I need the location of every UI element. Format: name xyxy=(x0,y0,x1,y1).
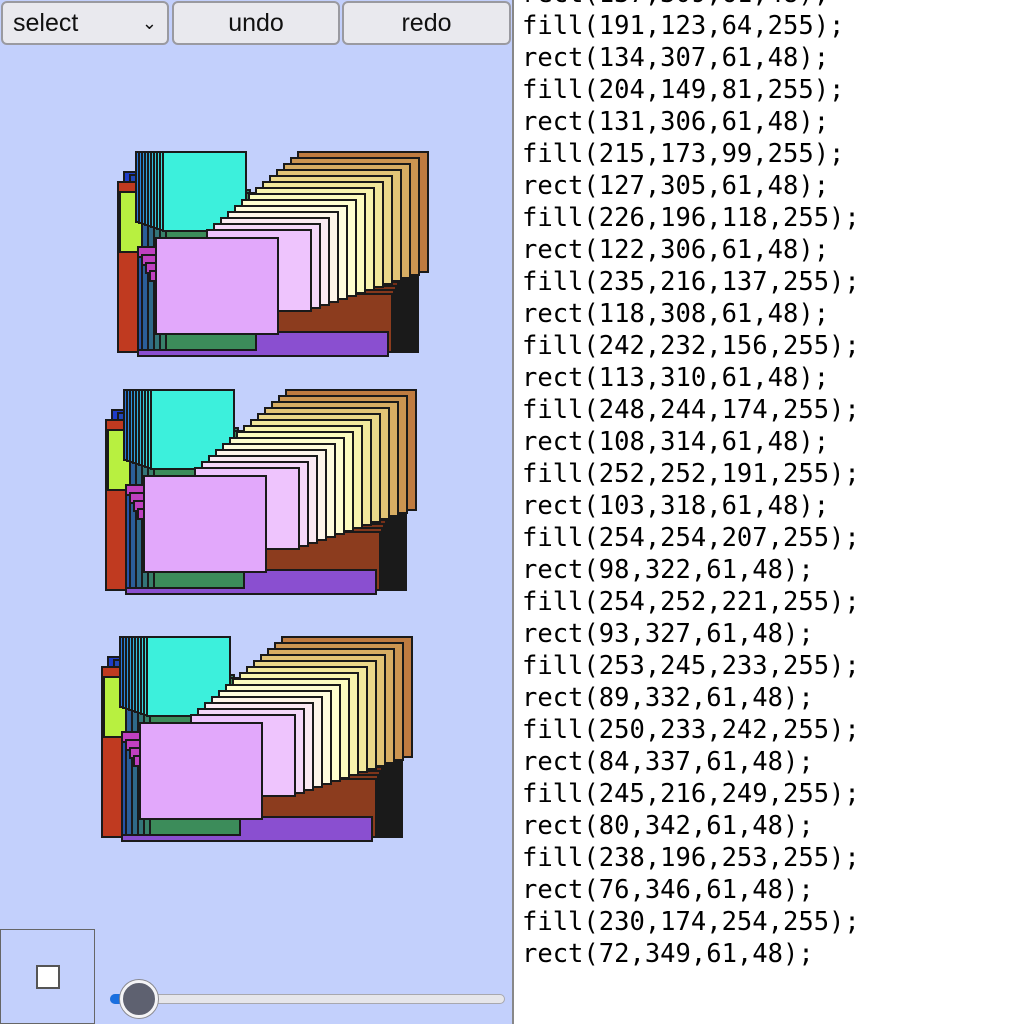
code-line: rect(93,327,61,48); xyxy=(522,619,814,649)
code-line: rect(103,318,61,48); xyxy=(522,491,830,521)
toolbar: select ⌄ undo redo xyxy=(0,0,512,48)
tool-select-dropdown[interactable]: select ⌄ xyxy=(1,1,169,45)
code-listing: rect(137,309,61,48);fill(191,123,64,255)… xyxy=(522,0,860,970)
code-line: rect(80,342,61,48); xyxy=(522,811,814,841)
chevron-down-icon: ⌄ xyxy=(141,12,157,33)
code-line: fill(215,173,99,255); xyxy=(522,139,845,169)
code-line: fill(254,254,207,255); xyxy=(522,523,860,553)
redo-button[interactable]: redo xyxy=(342,1,511,45)
undo-button[interactable]: undo xyxy=(172,1,340,45)
tool-select-value: select xyxy=(13,8,79,37)
code-line: rect(134,307,61,48); xyxy=(522,43,830,73)
code-line: fill(248,244,174,255); xyxy=(522,395,860,425)
code-line: fill(250,233,242,255); xyxy=(522,715,860,745)
code-line: rect(122,306,61,48); xyxy=(522,235,830,265)
code-line: rect(131,306,61,48); xyxy=(522,107,830,137)
code-line: rect(76,346,61,48); xyxy=(522,875,814,905)
code-line: rect(89,332,61,48); xyxy=(522,683,814,713)
code-line: fill(191,123,64,255); xyxy=(522,11,845,41)
code-line: fill(253,245,233,255); xyxy=(522,651,860,681)
canvas-rect xyxy=(139,722,263,820)
code-line: fill(245,216,249,255); xyxy=(522,779,860,809)
canvas-rect xyxy=(155,237,279,335)
slider-track[interactable] xyxy=(110,994,505,1004)
code-line: fill(226,196,118,255); xyxy=(522,203,860,233)
code-line: rect(98,322,61,48); xyxy=(522,555,814,585)
color-swatch[interactable] xyxy=(0,929,95,1024)
code-line: rect(108,314,61,48); xyxy=(522,427,830,457)
code-panel[interactable]: rect(137,309,61,48);fill(191,123,64,255)… xyxy=(512,0,1024,1024)
code-line: fill(230,174,254,255); xyxy=(522,907,860,937)
code-line: rect(137,309,61,48); xyxy=(522,0,860,10)
code-line: rect(113,310,61,48); xyxy=(522,363,830,393)
code-line: fill(238,196,253,255); xyxy=(522,843,860,873)
drawing-canvas[interactable] xyxy=(0,48,512,928)
code-line: fill(242,232,156,255); xyxy=(522,331,860,361)
code-line: rect(127,305,61,48); xyxy=(522,171,830,201)
swatch-checkbox[interactable] xyxy=(36,965,60,989)
code-line: fill(235,216,137,255); xyxy=(522,267,860,297)
code-line: rect(118,308,61,48); xyxy=(522,299,830,329)
code-line: fill(204,149,81,255); xyxy=(522,75,845,105)
slider-thumb[interactable] xyxy=(120,980,158,1018)
canvas-rect xyxy=(143,475,267,573)
code-line: rect(84,337,61,48); xyxy=(522,747,814,777)
code-line: fill(254,252,221,255); xyxy=(522,587,860,617)
code-line: fill(252,252,191,255); xyxy=(522,459,860,489)
code-line: rect(72,349,61,48); xyxy=(522,939,814,969)
